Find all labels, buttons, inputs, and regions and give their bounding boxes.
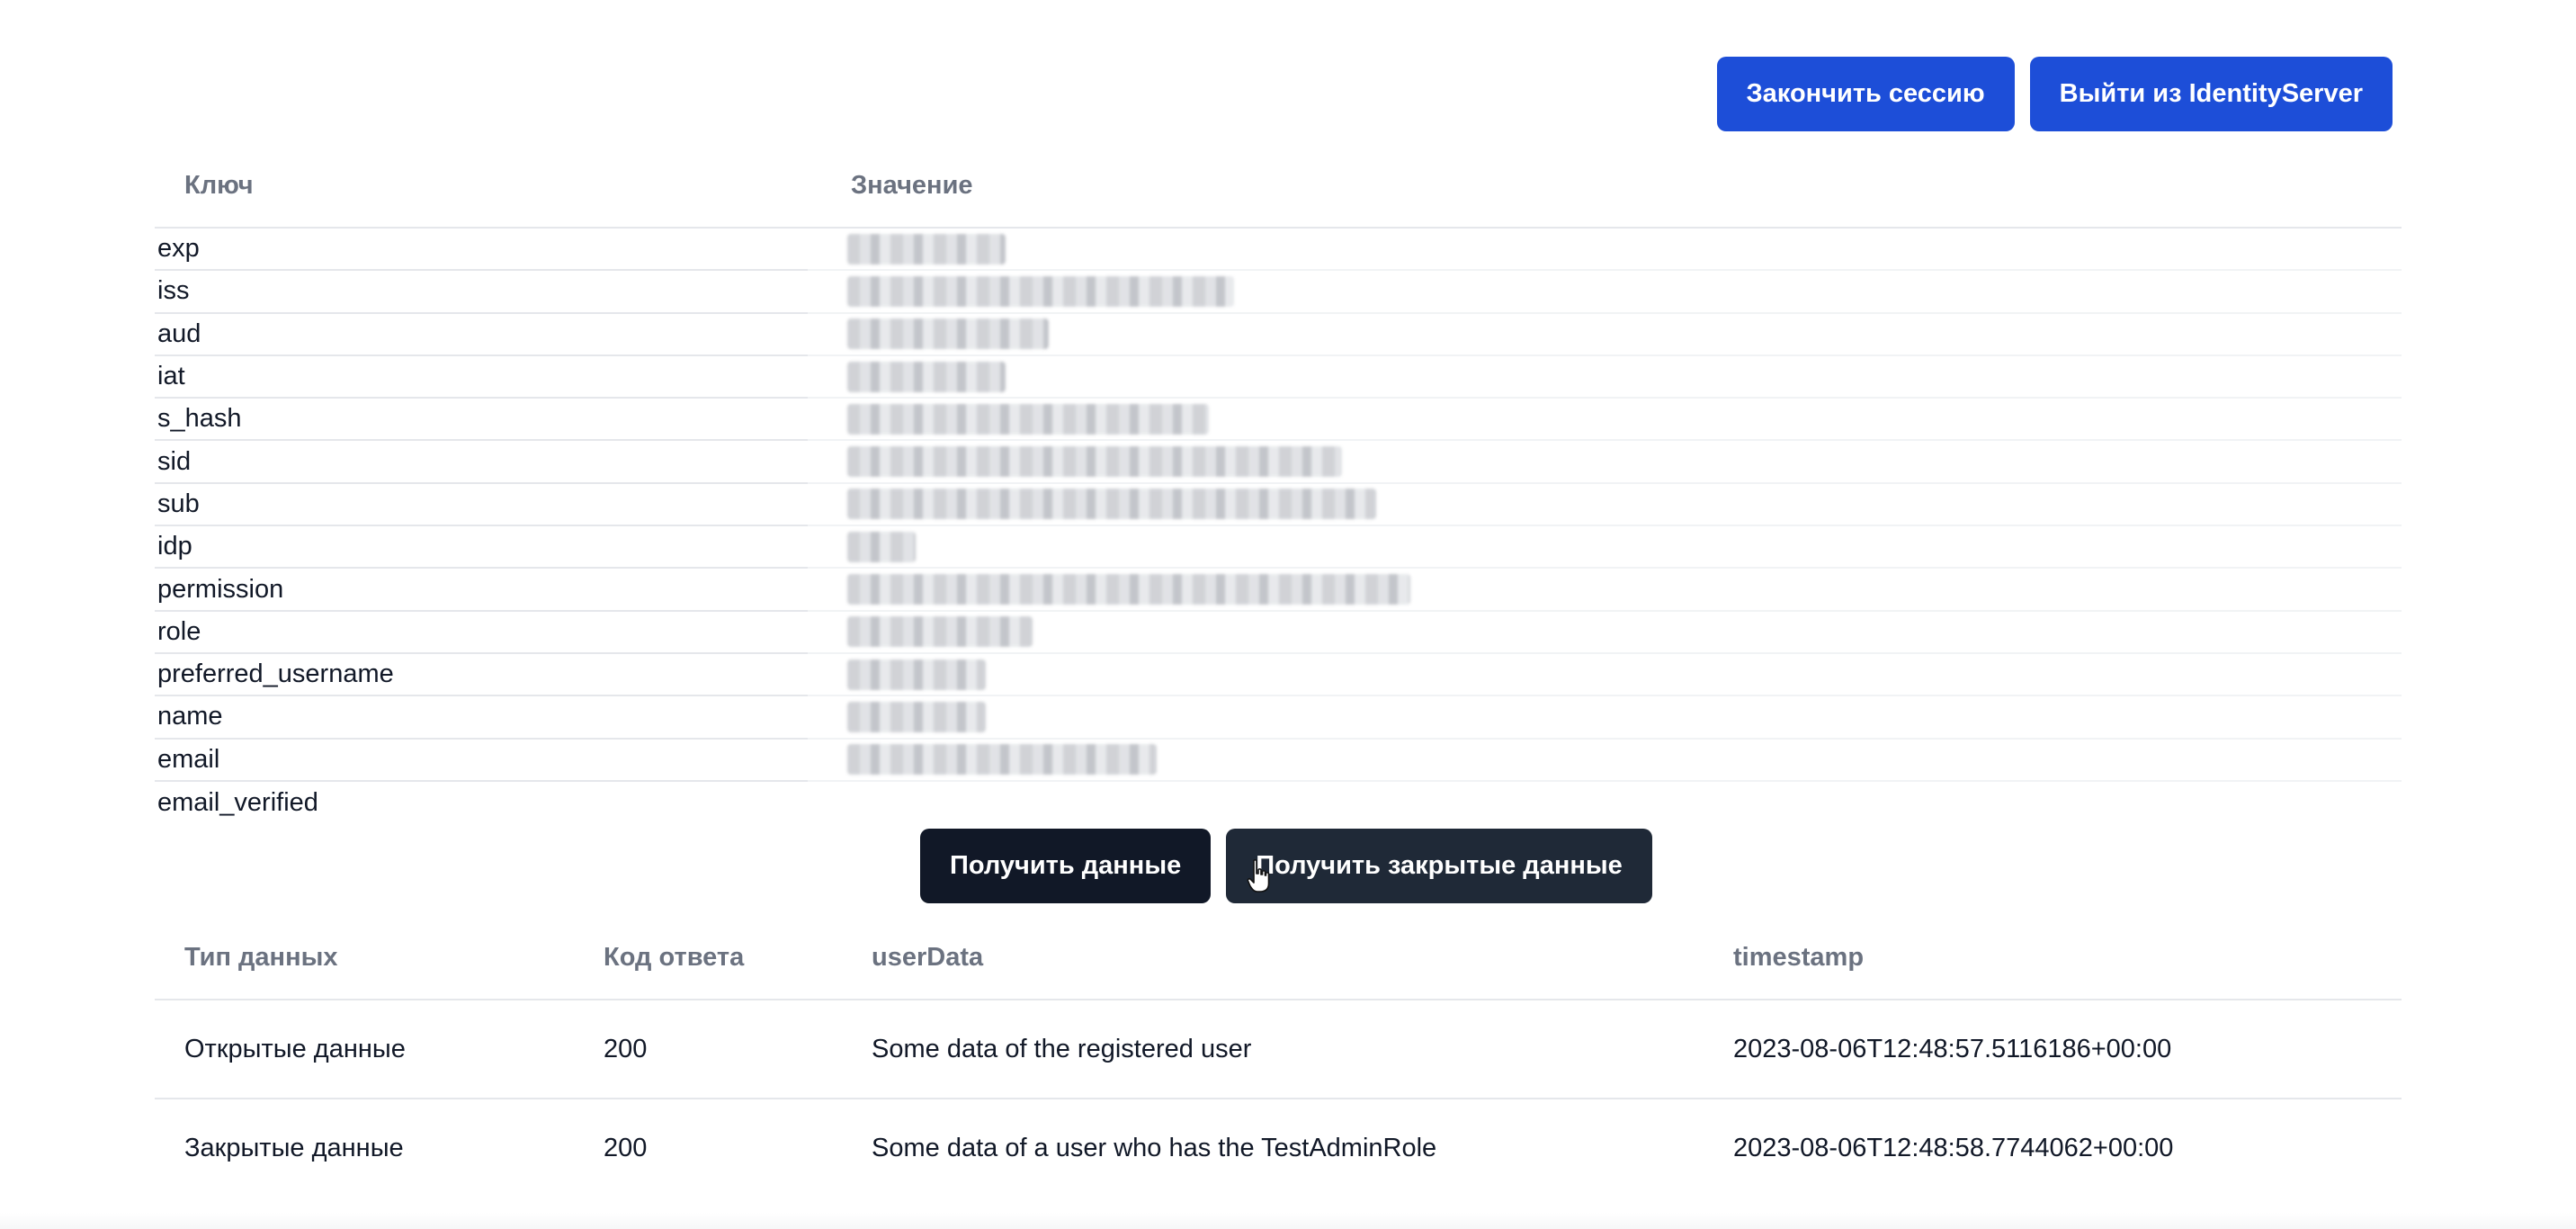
claim-value-redacted <box>808 356 2402 399</box>
claim-value-redacted <box>808 654 2402 697</box>
claim-key: exp <box>155 229 808 272</box>
claim-row: email <box>155 740 2402 782</box>
claim-value-redacted <box>808 696 2402 740</box>
claim-row: role <box>155 612 2402 654</box>
results-table: Тип данных Код ответа userData timestamp… <box>155 916 2402 1197</box>
get-private-data-button[interactable]: Получить закрытые данные <box>1226 829 1652 903</box>
claim-key: iat <box>155 356 808 399</box>
end-session-button[interactable]: Закончить сессию <box>1716 57 2015 131</box>
claims-table-body: exp iss aud iat s_hash sid sub idp permi… <box>155 229 2402 824</box>
result-data-type: Открытые данные <box>184 1034 406 1063</box>
claim-value-redacted <box>808 229 2402 272</box>
claim-key: sub <box>155 484 808 527</box>
logout-identityserver-button[interactable]: Выйти из IdentityServer <box>2029 57 2393 131</box>
claim-key: email_verified <box>157 788 318 817</box>
claim-row: idp <box>155 526 2402 570</box>
claim-value-empty <box>808 782 2402 824</box>
claim-key: iss <box>155 271 808 314</box>
claim-key: sid <box>155 441 808 484</box>
hand-pointer-icon <box>1247 859 1270 893</box>
get-data-button[interactable]: Получить данные <box>920 829 1212 903</box>
claim-row: iss <box>155 271 2402 314</box>
claim-value-redacted <box>808 441 2402 484</box>
claim-row: email_verified <box>155 782 2402 824</box>
claims-table: Ключ Значение exp iss aud iat s_hash sid… <box>155 144 2402 824</box>
result-timestamp: 2023-08-06T12:48:58.7744062+00:00 <box>1733 1133 2174 1162</box>
table-row: Открытые данные 200 Some data of the reg… <box>155 1000 2402 1099</box>
session-actions: Закончить сессию Выйти из IdentityServer <box>1716 57 2393 131</box>
result-userdata: Some data of a user who has the TestAdmi… <box>872 1133 1437 1162</box>
table-row: Закрытые данные 200 Some data of a user … <box>155 1099 2402 1197</box>
result-timestamp: 2023-08-06T12:48:57.5116186+00:00 <box>1733 1034 2172 1063</box>
claim-row: sid <box>155 441 2402 484</box>
page-container: Закончить сессию Выйти из IdentityServer… <box>155 0 2402 1229</box>
claim-key: name <box>155 696 808 740</box>
result-userdata: Some data of the registered user <box>872 1034 1252 1063</box>
claim-row: exp <box>155 229 2402 272</box>
results-header-timestamp: timestamp <box>1733 942 1865 972</box>
claims-header-value: Значение <box>851 170 973 200</box>
results-table-header: Тип данных Код ответа userData timestamp <box>155 916 2402 1000</box>
claims-header-key: Ключ <box>184 170 254 200</box>
claim-key: aud <box>155 314 808 356</box>
claim-key: email <box>155 740 808 782</box>
results-header-userdata: userData <box>872 942 984 972</box>
results-header-data-type: Тип данных <box>184 942 338 972</box>
claim-value-redacted <box>808 569 2402 612</box>
claim-key: permission <box>155 569 808 612</box>
claim-value-redacted <box>808 484 2402 527</box>
claim-key: idp <box>155 526 808 570</box>
claim-value-redacted <box>808 399 2402 442</box>
claim-value-redacted <box>808 314 2402 356</box>
page-bottom-edge <box>0 1213 2576 1229</box>
claim-row: iat <box>155 356 2402 399</box>
data-actions: Получить данные Получить закрытые данные <box>920 829 1652 903</box>
claim-row: aud <box>155 314 2402 356</box>
claim-row: preferred_username <box>155 654 2402 697</box>
results-header-response-code: Код ответа <box>604 942 745 972</box>
claims-table-header: Ключ Значение <box>155 144 2402 229</box>
result-response-code: 200 <box>604 1133 648 1162</box>
claim-key: s_hash <box>155 399 808 442</box>
claim-value-redacted <box>808 740 2402 782</box>
claim-value-redacted <box>808 526 2402 570</box>
claim-value-redacted <box>808 271 2402 314</box>
claim-row: sub <box>155 484 2402 527</box>
claim-key: role <box>155 612 808 654</box>
result-response-code: 200 <box>604 1034 648 1063</box>
claim-key: preferred_username <box>155 654 808 697</box>
claim-row: name <box>155 696 2402 740</box>
claim-value-redacted <box>808 612 2402 654</box>
result-data-type: Закрытые данные <box>184 1133 404 1162</box>
claim-row: s_hash <box>155 399 2402 442</box>
claim-row: permission <box>155 569 2402 612</box>
